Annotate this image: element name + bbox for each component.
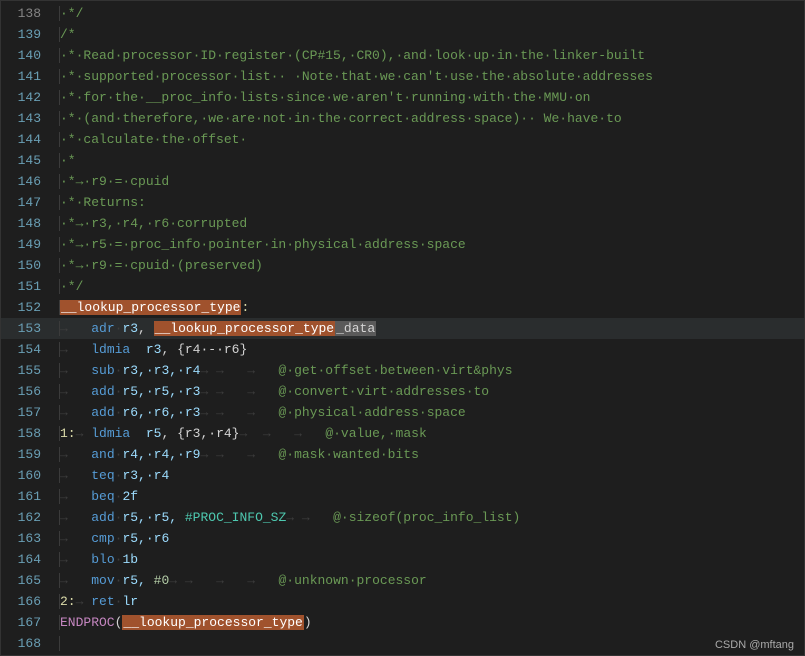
code-line: 140 ·*·Read·processor·ID·register·(CP#15… [1, 45, 804, 66]
line-number: 151 [1, 276, 59, 297]
code-line: 141 ·*·supported·processor·list·· ·Note·… [1, 66, 804, 87]
code-line: 146 ·*→·r9·=·cpuid [1, 171, 804, 192]
code-line: 145 ·* [1, 150, 804, 171]
symbol-highlight: __lookup_processor_type [154, 321, 335, 336]
code-line: 148 ·*→·r3,·r4,·r6·corrupted [1, 213, 804, 234]
code-line: 160 → teq·r3,·r4 [1, 465, 804, 486]
code-line: 152 __lookup_processor_type: [1, 297, 804, 318]
code-line: 159 → and·r4,·r4,·r9→ → → @·mask·wanted·… [1, 444, 804, 465]
line-number: 161 [1, 486, 59, 507]
line-number: 143 [1, 108, 59, 129]
code-line: 143 ·*·(and·therefore,·we·are·not·in·the… [1, 108, 804, 129]
line-number: 138 [1, 3, 59, 24]
code-line: 149 ·*→·r5·=·proc_info·pointer·in·physic… [1, 234, 804, 255]
code-line: 162 → add·r5,·r5, #PROC_INFO_SZ→ → @·siz… [1, 507, 804, 528]
line-number: 153 [1, 318, 59, 339]
symbol-highlight-suffix: _data [335, 321, 376, 336]
line-number: 162 [1, 507, 59, 528]
code-line: 166 2:→ ret·lr [1, 591, 804, 612]
line-number: 147 [1, 192, 59, 213]
watermark: CSDN @mftang [715, 639, 794, 651]
line-number: 139 [1, 24, 59, 45]
line-number: 152 [1, 297, 59, 318]
line-number: 154 [1, 339, 59, 360]
line-number: 156 [1, 381, 59, 402]
line-number: 164 [1, 549, 59, 570]
code-line: 147 ·*·Returns: [1, 192, 804, 213]
line-number: 144 [1, 129, 59, 150]
code-line: 138 ·*/ [1, 3, 804, 24]
line-number: 160 [1, 465, 59, 486]
line-number: 166 [1, 591, 59, 612]
line-number: 157 [1, 402, 59, 423]
code-line: 155 → sub·r3,·r3,·r4→ → → @·get·offset·b… [1, 360, 804, 381]
code-line: 150 ·*→·r9·=·cpuid·(preserved) [1, 255, 804, 276]
line-number: 145 [1, 150, 59, 171]
code-line: 139 /* [1, 24, 804, 45]
code-line: 165 → mov·r5, #0→ → → → @·unknown·proces… [1, 570, 804, 591]
code-line: 156 → add·r5,·r5,·r3→ → → @·convert·virt… [1, 381, 804, 402]
line-number: 146 [1, 171, 59, 192]
line-number: 148 [1, 213, 59, 234]
code-editor[interactable]: 138 ·*/ 139 /* 140 ·*·Read·processor·ID·… [1, 1, 804, 655]
code-line: 154 → ldmia r3, {r4·-·r6} [1, 339, 804, 360]
line-number: 142 [1, 87, 59, 108]
code-line: 151 ·*/ [1, 276, 804, 297]
code-line: 167 ENDPROC(__lookup_processor_type) [1, 612, 804, 633]
line-number: 155 [1, 360, 59, 381]
line-number: 149 [1, 234, 59, 255]
line-number: 141 [1, 66, 59, 87]
line-number: 159 [1, 444, 59, 465]
line-number: 163 [1, 528, 59, 549]
line-number: 150 [1, 255, 59, 276]
code-line: 163 → cmp·r5,·r6 [1, 528, 804, 549]
code-line: 168 [1, 633, 804, 654]
code-line: 164 → blo·1b [1, 549, 804, 570]
code-line: 157 → add·r6,·r6,·r3→ → → @·physical·add… [1, 402, 804, 423]
code-line: 158 1:→ ldmia r5, {r3,·r4}→ → → @·value,… [1, 423, 804, 444]
line-number: 167 [1, 612, 59, 633]
code-line-current: 153 → adr·r3, __lookup_processor_type_da… [1, 318, 804, 339]
line-number: 158 [1, 423, 59, 444]
line-number: 168 [1, 633, 59, 654]
code-line: 144 ·*·calculate·the·offset· [1, 129, 804, 150]
line-number: 165 [1, 570, 59, 591]
symbol-highlight: __lookup_processor_type [60, 300, 241, 315]
line-number: 140 [1, 45, 59, 66]
code-line: 142 ·*·for·the·__proc_info·lists·since·w… [1, 87, 804, 108]
symbol-highlight: __lookup_processor_type [122, 615, 303, 630]
code-line: 161 → beq·2f [1, 486, 804, 507]
